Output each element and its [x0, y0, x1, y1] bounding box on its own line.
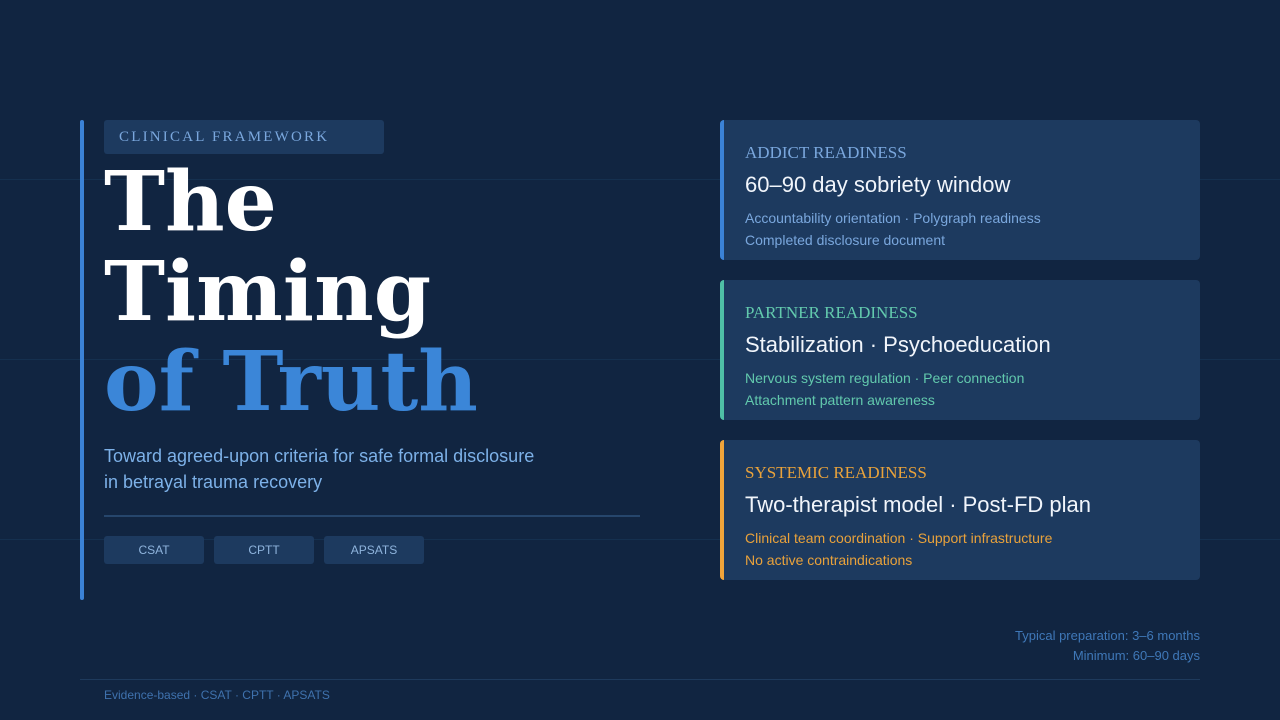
footer-rule: [80, 679, 1200, 680]
footer-text: Evidence-based · CSAT · CPTT · APSATS: [104, 688, 330, 702]
card-title: Stabilization · Psychoeducation: [745, 332, 1051, 357]
card-detail-line: Accountability orientation · Polygraph r…: [745, 210, 1041, 226]
title-line-3: of Truth: [104, 334, 478, 430]
card-details: Accountability orientation · Polygraph r…: [745, 207, 1180, 251]
tag-cptt: CPTT: [214, 536, 314, 564]
card-eyebrow: PARTNER READINESS: [745, 303, 918, 322]
card-detail-line: Completed disclosure document: [745, 232, 945, 248]
preparation-note: Typical preparation: 3–6 months Minimum:…: [1015, 626, 1200, 666]
card-title: 60–90 day sobriety window: [745, 172, 1011, 197]
subtitle-line-1: Toward agreed-upon criteria for safe for…: [104, 446, 535, 466]
title-line-1: The: [104, 154, 277, 250]
tag-csat: CSAT: [104, 536, 204, 564]
card-details: Nervous system regulation · Peer connect…: [745, 367, 1180, 411]
title-line-2: Timing: [104, 244, 432, 340]
framework-badge: CLINICAL FRAMEWORK: [104, 120, 384, 154]
preparation-minimum: Minimum: 60–90 days: [1072, 648, 1200, 663]
card-systemic-readiness: SYSTEMIC READINESS Two-therapist model ·…: [720, 440, 1200, 580]
tag-apsats: APSATS: [324, 536, 424, 564]
card-title: Two-therapist model · Post-FD plan: [745, 492, 1092, 517]
card-detail-line: Attachment pattern awareness: [745, 392, 935, 408]
card-eyebrow: ADDICT READINESS: [745, 143, 907, 162]
accent-bar: [80, 120, 84, 600]
card-eyebrow: SYSTEMIC READINESS: [745, 463, 927, 482]
card-detail-line: Nervous system regulation · Peer connect…: [745, 370, 1025, 386]
card-addict-readiness: ADDICT READINESS 60–90 day sobriety wind…: [720, 120, 1200, 260]
subtitle: Toward agreed-upon criteria for safe for…: [104, 443, 644, 495]
subtitle-line-2: in betrayal trauma recovery: [104, 472, 323, 492]
divider: [104, 515, 640, 517]
tag-list: CSAT CPTT APSATS: [104, 536, 424, 564]
card-detail-line: Clinical team coordination · Support inf…: [745, 530, 1053, 546]
card-detail-line: No active contraindications: [745, 552, 913, 568]
preparation-typical: Typical preparation: 3–6 months: [1015, 628, 1200, 643]
card-details: Clinical team coordination · Support inf…: [745, 527, 1180, 571]
card-partner-readiness: PARTNER READINESS Stabilization · Psycho…: [720, 280, 1200, 420]
